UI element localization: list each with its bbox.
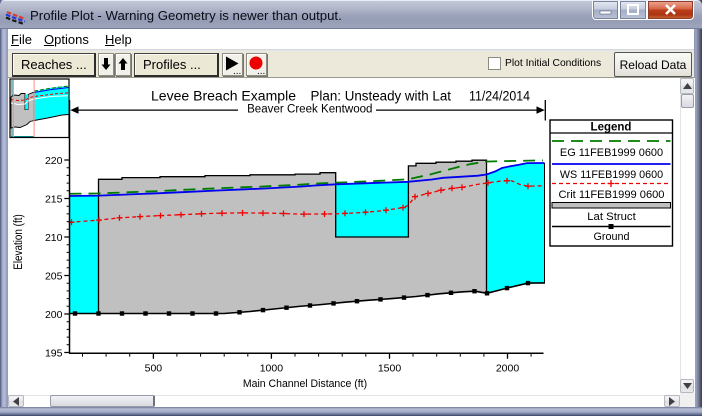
svg-text:Elevation (ft): Elevation (ft) <box>13 214 25 270</box>
svg-text:EG 11FEB1999 0600: EG 11FEB1999 0600 <box>560 147 663 159</box>
svg-text:...: ... <box>257 66 265 76</box>
svg-text:220: 220 <box>45 155 63 167</box>
svg-text:Lat Struct: Lat Struct <box>587 211 636 223</box>
svg-text:Levee Breach Example: Levee Breach Example <box>151 89 296 104</box>
svg-text:...: ... <box>233 66 241 76</box>
svg-text:500: 500 <box>145 362 163 374</box>
svg-text:Legend: Legend <box>591 122 632 134</box>
svg-text:215: 215 <box>45 193 63 205</box>
svg-text:Plan: Unsteady with Lat: Plan: Unsteady with Lat <box>311 89 452 104</box>
svg-text:Crit 11FEB1999 0600: Crit 11FEB1999 0600 <box>559 189 665 201</box>
svg-text:Main Channel Distance (ft): Main Channel Distance (ft) <box>243 378 367 390</box>
svg-text:11/24/2014: 11/24/2014 <box>469 89 530 104</box>
svg-text:205: 205 <box>45 270 63 282</box>
svg-text:Beaver Creek Kentwood: Beaver Creek Kentwood <box>247 104 372 116</box>
svg-text:1000: 1000 <box>260 362 284 374</box>
svg-text:WS 11FEB1999 0600: WS 11FEB1999 0600 <box>560 169 663 181</box>
svg-text:2000: 2000 <box>496 362 520 374</box>
svg-text:195: 195 <box>45 347 63 359</box>
svg-text:210: 210 <box>45 232 63 244</box>
svg-text:1500: 1500 <box>378 362 402 374</box>
svg-text:Ground: Ground <box>593 231 629 243</box>
svg-text:200: 200 <box>45 309 63 321</box>
